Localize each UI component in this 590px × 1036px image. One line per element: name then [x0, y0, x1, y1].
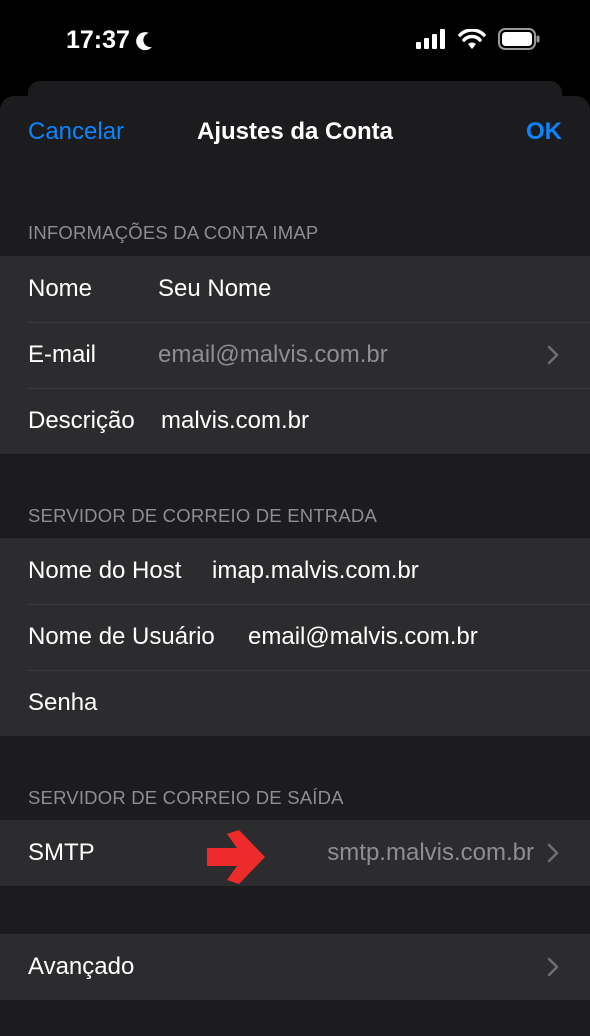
email-row[interactable]: E-mail email@malvis.com.br — [0, 322, 590, 388]
status-time: 17:37 — [66, 26, 154, 55]
clock: 17:37 — [66, 26, 130, 54]
username-field[interactable]: email@malvis.com.br — [248, 623, 478, 651]
email-value: email@malvis.com.br — [158, 341, 388, 368]
cellular-signal-icon — [416, 29, 445, 49]
host-row[interactable]: Nome do Host imap.malvis.com.br — [0, 538, 590, 604]
ok-button[interactable]: OK — [526, 118, 562, 146]
navigation-bar: Cancelar Ajustes da Conta OK — [0, 96, 590, 170]
advanced-label: Avançado — [28, 953, 135, 980]
advanced-row[interactable]: Avançado — [0, 934, 590, 1000]
description-field[interactable]: malvis.com.br — [161, 407, 309, 435]
incoming-server-group: Nome do Host imap.malvis.com.br Nome de … — [0, 538, 590, 736]
account-settings-sheet: Cancelar Ajustes da Conta OK INFORMAÇÕES… — [0, 96, 590, 1036]
page-title: Ajustes da Conta — [196, 118, 394, 145]
password-row[interactable]: Senha — [0, 670, 590, 736]
red-arrow-annotation-icon — [207, 830, 265, 884]
smtp-label: SMTP — [28, 839, 95, 866]
outgoing-server-group: SMTP smtp.malvis.com.br — [0, 820, 590, 886]
host-label: Nome do Host — [28, 557, 182, 584]
chevron-right-icon — [547, 345, 559, 365]
password-label: Senha — [28, 689, 98, 716]
smtp-row[interactable]: SMTP smtp.malvis.com.br — [0, 820, 590, 886]
moon-icon — [136, 31, 152, 50]
chevron-right-icon — [547, 843, 559, 863]
username-label: Nome de Usuário — [28, 623, 215, 650]
status-indicators — [416, 28, 540, 50]
username-row[interactable]: Nome de Usuário email@malvis.com.br — [0, 604, 590, 670]
email-label: E-mail — [28, 341, 97, 368]
section-header-imap: INFORMAÇÕES DA CONTA IMAP — [28, 222, 319, 243]
wifi-icon — [458, 29, 486, 49]
description-label: Descrição — [28, 407, 135, 434]
section-header-outgoing: SERVIDOR DE CORREIO DE SAÍDA — [28, 787, 344, 808]
section-header-incoming: SERVIDOR DE CORREIO DE ENTRADA — [28, 505, 377, 526]
battery-icon — [498, 28, 540, 50]
name-field[interactable]: Seu Nome — [158, 275, 271, 303]
host-field[interactable]: imap.malvis.com.br — [212, 557, 419, 585]
name-label: Nome — [28, 275, 93, 302]
smtp-value: smtp.malvis.com.br — [327, 839, 534, 866]
status-bar: 17:37 — [0, 0, 590, 82]
description-row[interactable]: Descrição malvis.com.br — [0, 388, 590, 454]
chevron-right-icon — [547, 957, 559, 977]
imap-account-group: Nome Seu Nome E-mail email@malvis.com.br… — [0, 256, 590, 454]
advanced-group: Avançado — [0, 934, 590, 1000]
name-row[interactable]: Nome Seu Nome — [0, 256, 590, 322]
